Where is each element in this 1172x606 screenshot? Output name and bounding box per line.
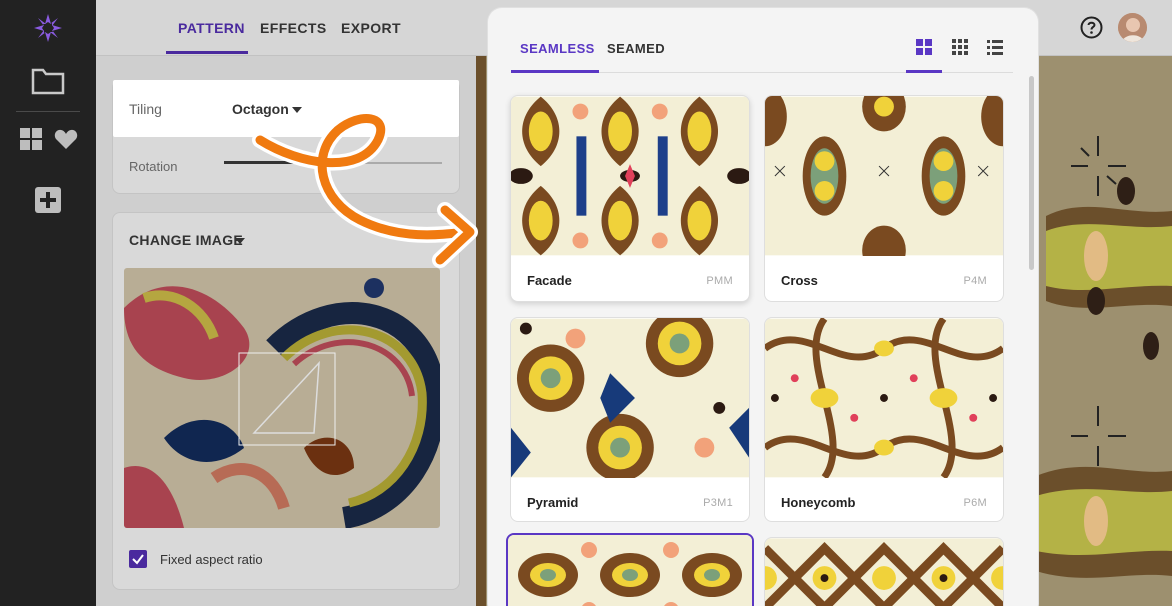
tile-name: Pyramid (527, 495, 579, 510)
tab-export[interactable]: EXPORT (341, 20, 401, 36)
tile-pyramid[interactable]: Pyramid P3M1 (510, 317, 750, 522)
tab-effects[interactable]: EFFECTS (260, 20, 327, 36)
aspect-ratio-label: Fixed aspect ratio (160, 552, 263, 567)
tab-indicator (166, 51, 248, 54)
check-icon (132, 554, 144, 565)
tile-thumbnail (765, 318, 1003, 478)
view-indicator (906, 70, 942, 73)
tile-partial[interactable] (764, 537, 1004, 606)
small-grid-icon[interactable] (952, 39, 968, 55)
tile-name: Honeycomb (781, 495, 856, 510)
heart-icon[interactable] (54, 128, 78, 150)
tile-code: P4M (963, 275, 987, 287)
change-image-button[interactable]: CHANGE IMAGE (129, 232, 243, 248)
modal-scrollbar[interactable] (1029, 76, 1034, 270)
tile-name: Facade (527, 273, 572, 288)
help-icon[interactable] (1080, 16, 1103, 39)
tile-cross[interactable]: Cross P4M (764, 95, 1004, 302)
aspect-ratio-checkbox[interactable] (129, 550, 147, 568)
tile-thumbnail (765, 96, 1003, 256)
avatar-image (1118, 13, 1147, 42)
tile-name: Cross (781, 273, 818, 288)
annotation-arrow-icon (252, 110, 478, 268)
tab-pattern[interactable]: PATTERN (178, 20, 245, 36)
tile-code: P3M1 (703, 497, 733, 509)
folder-icon[interactable] (31, 66, 65, 96)
tile-selected[interactable] (506, 533, 754, 606)
tab-seamed[interactable]: SEAMED (607, 41, 665, 56)
add-icon[interactable] (35, 187, 61, 213)
tile-thumbnail (765, 538, 1003, 606)
rail-divider (16, 111, 80, 112)
list-icon[interactable] (987, 39, 1003, 55)
tiling-picker-modal: SEAMLESS SEAMED Facade PMM Cross P4M Pyr… (488, 8, 1038, 606)
tab-indicator (511, 70, 599, 73)
tile-honeycomb[interactable]: Honeycomb P6M (764, 317, 1004, 522)
rotation-label: Rotation (129, 159, 178, 174)
tile-thumbnail (511, 96, 749, 256)
tile-thumbnail (511, 318, 749, 478)
source-image[interactable] (124, 268, 440, 528)
large-grid-icon[interactable] (916, 39, 932, 55)
editor-tabs: PATTERN EFFECTS EXPORT (96, 0, 476, 56)
tile-code: PMM (706, 275, 733, 287)
tiling-label: Tiling (129, 101, 162, 117)
tab-seamless[interactable]: SEAMLESS (520, 41, 595, 56)
avatar[interactable] (1118, 13, 1147, 42)
tile-code: P6M (963, 497, 987, 509)
logo-icon[interactable] (30, 10, 66, 46)
app-rail (0, 0, 96, 606)
tile-thumbnail (508, 535, 752, 606)
tile-facade[interactable]: Facade PMM (510, 95, 750, 302)
pattern-grid-icon[interactable] (20, 128, 42, 150)
